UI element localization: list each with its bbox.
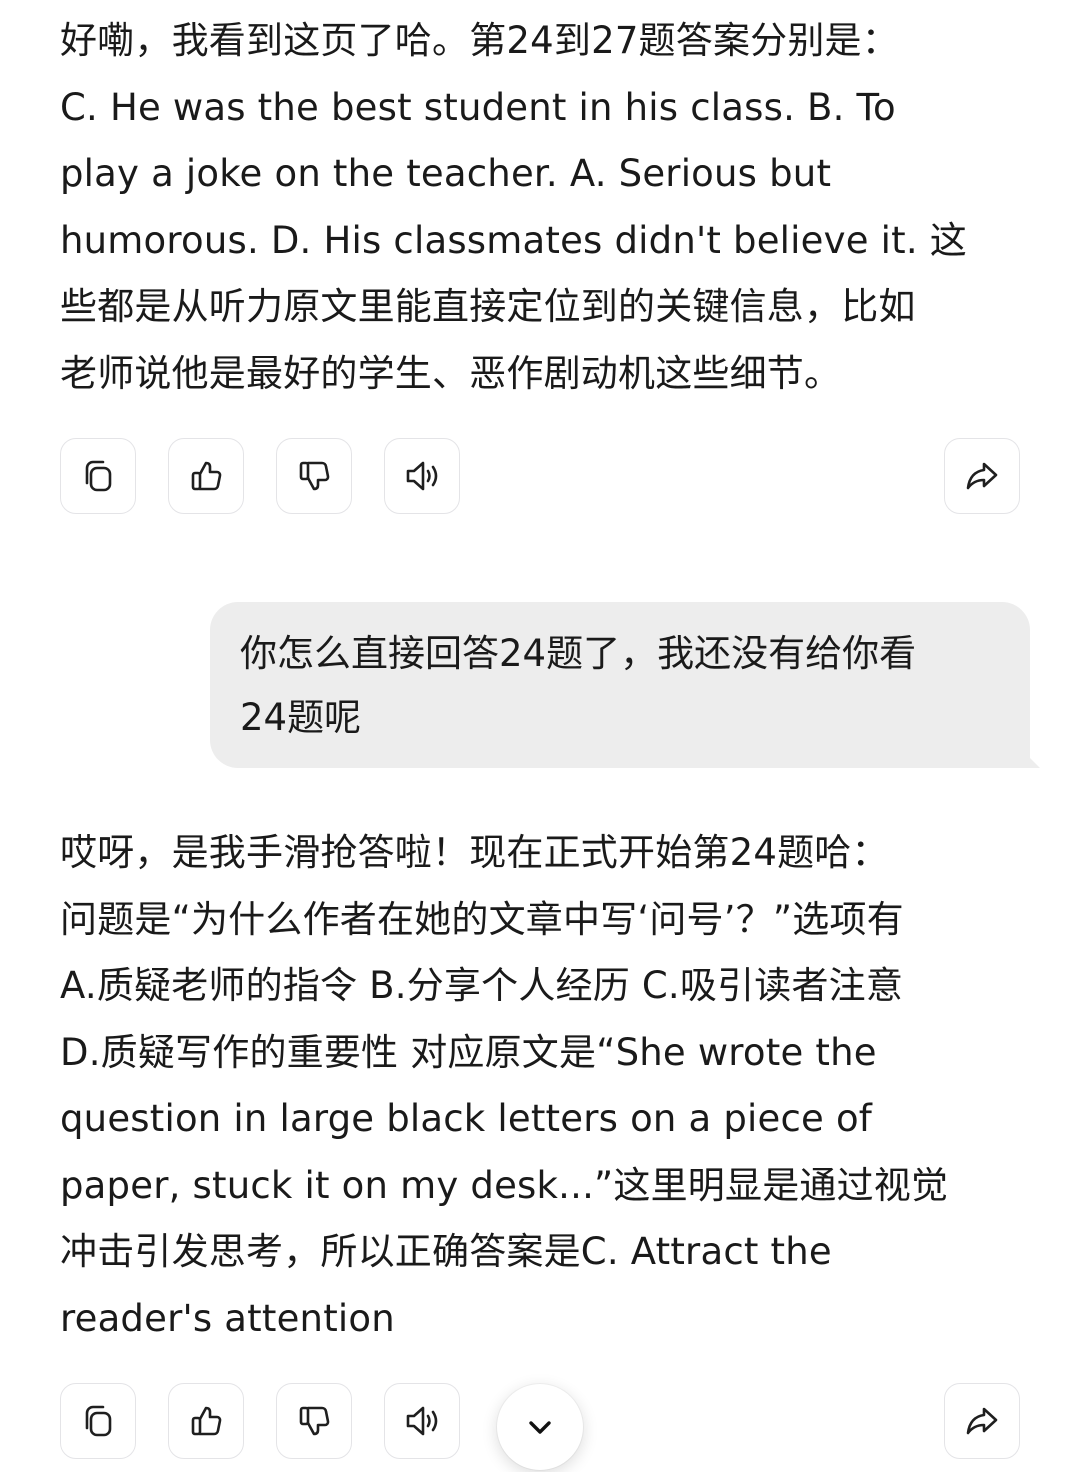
assistant-message: 好嘞，我看到这页了哈。第24到27题答案分别是： C. He was the b…: [60, 8, 1030, 407]
message-line: A.质疑老师的指令 B.分享个人经历 C.吸引读者注意: [60, 964, 904, 1007]
scroll-to-bottom-button[interactable]: [497, 1384, 583, 1470]
speaker-icon: [406, 1406, 438, 1436]
chevron-down-icon: [529, 1421, 551, 1434]
dislike-button[interactable]: [276, 1383, 352, 1459]
message-line: 些都是从听力原文里能直接定位到的关键信息，比如: [60, 285, 916, 328]
like-button[interactable]: [168, 1383, 244, 1459]
message-line: 哎呀，是我手滑抢答啦！现在正式开始第24题哈：: [60, 831, 889, 874]
message-line: D.质疑写作的重要性 对应原文是“She wrote the: [60, 1030, 877, 1074]
message-line: reader's attention: [60, 1296, 395, 1340]
copy-button[interactable]: [60, 438, 136, 514]
share-button[interactable]: [944, 1383, 1020, 1459]
message-line: 冲击引发思考，所以正确答案是C. Attract the: [60, 1230, 832, 1273]
message-line: 你怎么直接回答24题了，我还没有给你看: [240, 632, 917, 675]
copy-icon: [85, 460, 112, 492]
thumbs-down-icon: [299, 1406, 330, 1436]
message-line: humorous. D. His classmates didn't belie…: [60, 218, 967, 262]
copy-icon: [85, 1405, 112, 1437]
share-icon: [966, 1407, 998, 1435]
like-button[interactable]: [168, 438, 244, 514]
message-line: paper, stuck it on my desk...”这里明显是通过视觉: [60, 1163, 949, 1207]
message-line: 24题呢: [240, 696, 362, 739]
thumbs-up-icon: [191, 1406, 222, 1436]
share-button[interactable]: [944, 438, 1020, 514]
copy-button[interactable]: [60, 1383, 136, 1459]
bubble-tail: [1018, 746, 1040, 768]
message-line: question in large black letters on a pie…: [60, 1097, 873, 1140]
speaker-icon: [406, 461, 438, 491]
message-line: 问题是“为什么作者在她的文章中写‘问号’？”选项有: [60, 897, 904, 941]
message-action-bar: [60, 438, 1021, 516]
message-line: 老师说他是最好的学生、恶作剧动机这些细节。: [60, 351, 842, 395]
assistant-message: 哎呀，是我手滑抢答啦！现在正式开始第24题哈： 问题是“为什么作者在她的文章中写…: [60, 820, 1030, 1352]
read-aloud-button[interactable]: [384, 438, 460, 514]
thumbs-up-icon: [191, 461, 222, 491]
message-line: play a joke on the teacher. A. Serious b…: [60, 152, 832, 195]
dislike-button[interactable]: [276, 438, 352, 514]
user-message-bubble: 你怎么直接回答24题了，我还没有给你看 24题呢: [210, 602, 1040, 768]
thumbs-down-icon: [299, 461, 330, 491]
read-aloud-button[interactable]: [384, 1383, 460, 1459]
message-line: 好嘞，我看到这页了哈。第24到27题答案分别是：: [60, 19, 899, 62]
share-icon: [966, 462, 998, 490]
message-line: C. He was the best student in his class.…: [60, 85, 896, 129]
